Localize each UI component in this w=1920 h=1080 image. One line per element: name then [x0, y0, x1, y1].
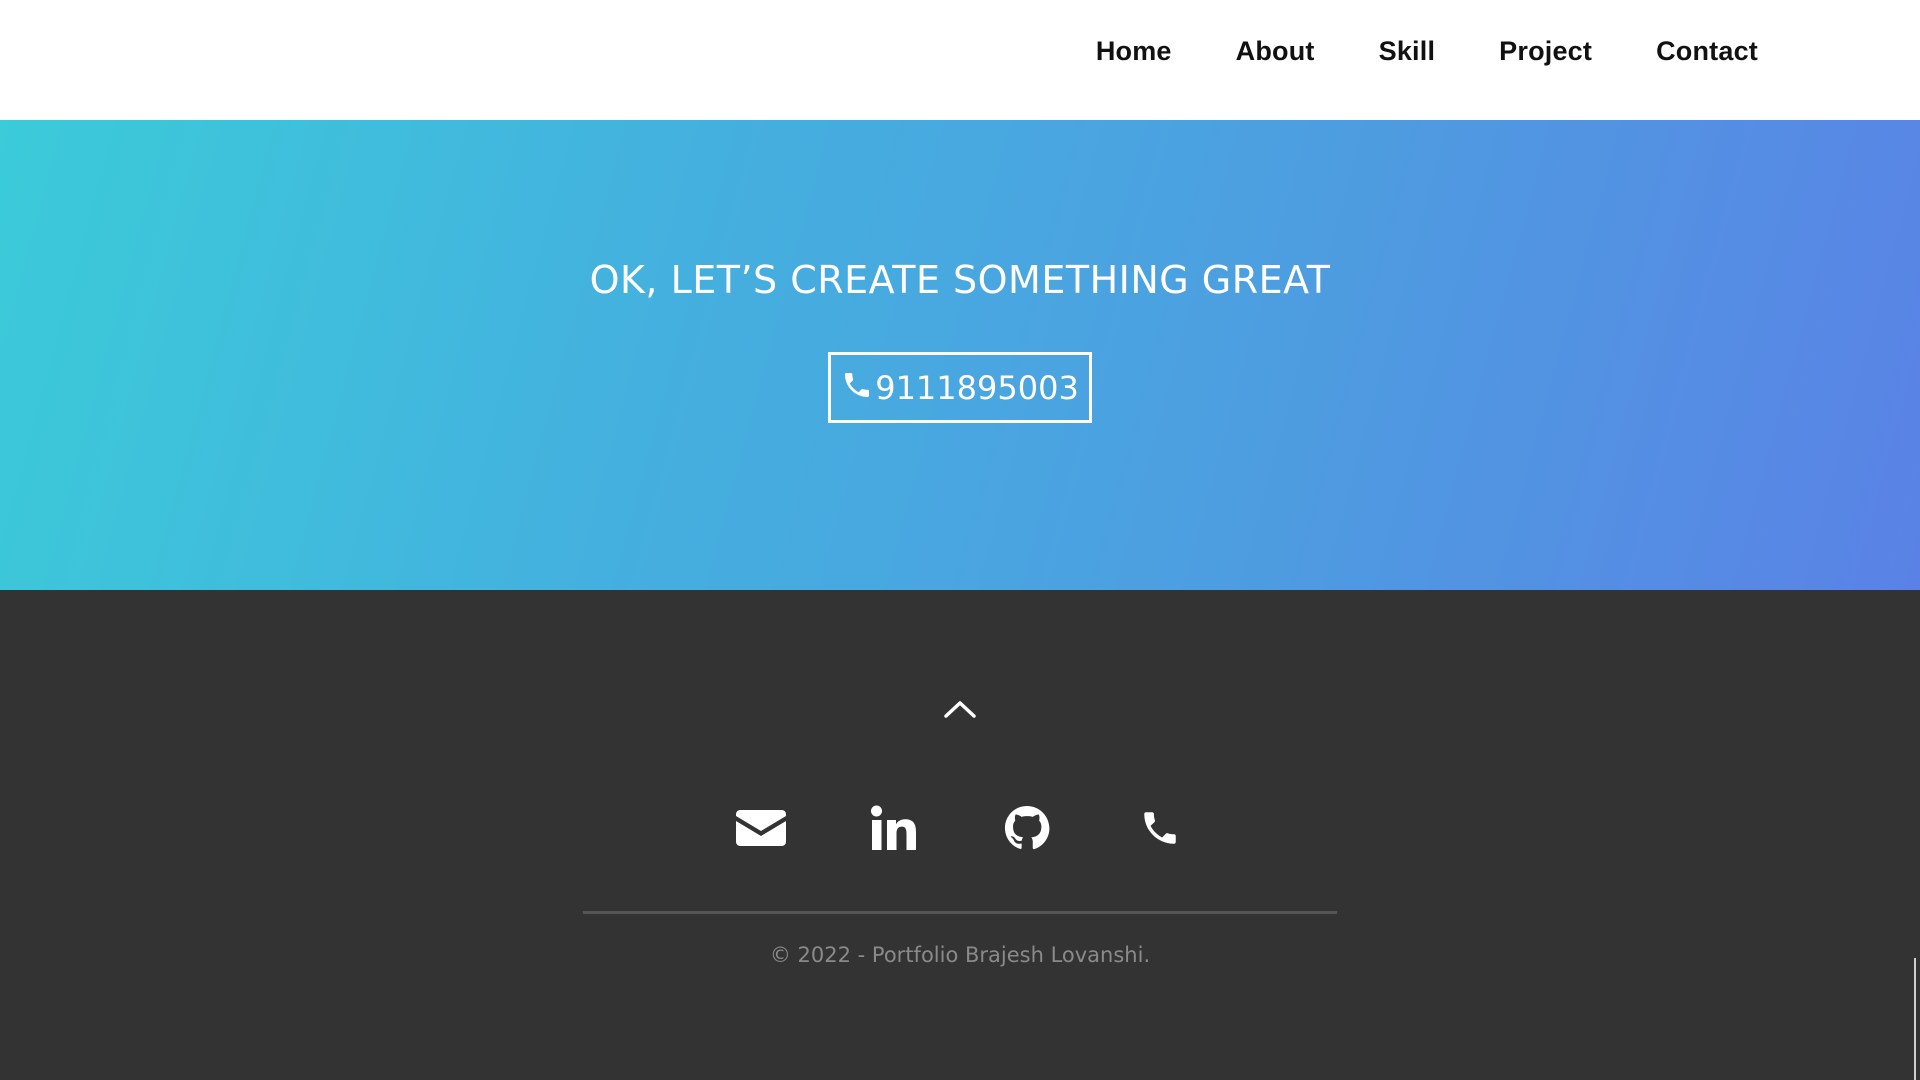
nav-menu: Home About Skill Project Contact: [1032, 0, 1758, 103]
github-link[interactable]: [960, 800, 1093, 856]
nav-link-home[interactable]: Home: [1096, 36, 1172, 67]
nav-link-contact[interactable]: Contact: [1656, 36, 1758, 67]
navbar: Home About Skill Project Contact: [0, 0, 1920, 120]
chevron-up-icon: [944, 701, 976, 718]
copyright-text: © 2022 - Portfolio Brajesh Lovanshi.: [769, 943, 1151, 967]
envelope-icon: [735, 810, 786, 846]
scrollbar-thumb[interactable]: [1914, 958, 1916, 1080]
phone-button[interactable]: 9111895003: [828, 352, 1092, 423]
nav-link-project[interactable]: Project: [1499, 36, 1592, 67]
contact-hero-section: OK, LET’S CREATE SOMETHING GREAT 9111895…: [0, 120, 1920, 590]
footer-divider: [583, 911, 1337, 914]
social-links: [0, 800, 1920, 856]
nav-link-skill[interactable]: Skill: [1379, 36, 1436, 67]
scroll-to-top-button[interactable]: [940, 694, 980, 724]
footer: © 2022 - Portfolio Brajesh Lovanshi.: [0, 590, 1920, 1080]
phone-icon: [1143, 812, 1176, 844]
phone-number: 9111895003: [875, 368, 1079, 407]
linkedin-link[interactable]: [827, 800, 960, 856]
phone-link[interactable]: [1093, 800, 1226, 856]
phone-icon: [845, 372, 870, 397]
nav-link-about[interactable]: About: [1236, 36, 1315, 67]
hero-title: OK, LET’S CREATE SOMETHING GREAT: [589, 258, 1331, 302]
linkedin-icon: [870, 805, 916, 850]
github-icon: [1004, 805, 1049, 850]
email-link[interactable]: [694, 800, 827, 856]
